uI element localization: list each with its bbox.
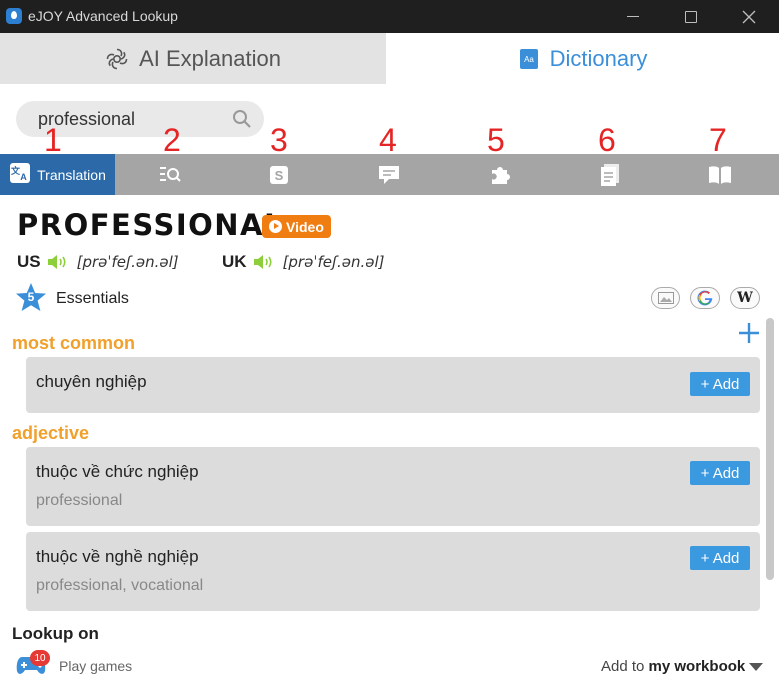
meaning-english: professional: [36, 492, 123, 509]
scrollbar[interactable]: [766, 318, 774, 580]
tab-dictionary-label: Dictionary: [549, 45, 648, 71]
maximize-button[interactable]: [662, 0, 720, 33]
video-label: Video: [286, 218, 324, 235]
meaning-text: chuyên nghiệp: [36, 372, 147, 391]
meaning-card: thuộc về chức nghiệp professional + Add: [26, 447, 760, 526]
play-icon: [269, 220, 282, 233]
us-ipa: [prəˈfeʃ.ən.əl]: [76, 253, 179, 271]
document-icon: [601, 163, 619, 186]
speaker-icon[interactable]: [253, 254, 275, 270]
translate-icon: 文A: [9, 162, 31, 187]
essentials-count: 5: [27, 290, 35, 304]
entry-word: PROFESSIONAL: [17, 208, 284, 242]
s-icon: S: [270, 165, 288, 184]
tool-comments[interactable]: [333, 154, 445, 195]
speaker-icon[interactable]: [47, 254, 69, 270]
puzzle-icon: [492, 166, 510, 184]
tab-ai-explanation[interactable]: AI Explanation: [0, 33, 386, 84]
add-to-label: Add to: [601, 658, 645, 675]
search-input[interactable]: [38, 108, 218, 130]
search-icon[interactable]: [232, 109, 252, 134]
google-search-button[interactable]: [690, 287, 720, 309]
tab-dictionary[interactable]: Aa Dictionary: [386, 33, 779, 84]
minimize-icon: [627, 16, 639, 17]
search-list-icon: [160, 166, 181, 182]
add-button[interactable]: + Add: [690, 461, 750, 485]
add-button[interactable]: + Add: [690, 546, 750, 570]
minimize-button[interactable]: [604, 0, 662, 33]
add-to-workbook-button[interactable]: Add to my workbook: [601, 658, 745, 675]
image-search-button[interactable]: [651, 287, 680, 309]
essentials-label: Essentials: [56, 290, 129, 307]
games-count-badge: 10: [30, 650, 50, 666]
wikipedia-button[interactable]: W: [730, 287, 760, 309]
meaning-text: thuộc về nghề nghiệp: [36, 547, 199, 566]
svg-text:A: A: [20, 172, 27, 182]
uk-ipa: [prəˈfeʃ.ən.əl]: [282, 253, 385, 271]
meaning-text: thuộc về chức nghiệp: [36, 462, 199, 481]
svg-text:Aa: Aa: [524, 55, 534, 64]
maximize-icon: [685, 10, 697, 23]
meaning-card: chuyên nghiệp + Add: [26, 357, 760, 413]
tool-translation-label: Translation: [37, 166, 106, 183]
window-title: eJOY Advanced Lookup: [28, 8, 178, 24]
pos-label: most common: [12, 333, 136, 353]
tool-synonyms[interactable]: S: [225, 154, 333, 195]
title-bar: eJOY Advanced Lookup: [0, 0, 779, 33]
tool-examples[interactable]: [115, 154, 225, 195]
close-button[interactable]: [720, 0, 778, 33]
play-games-link[interactable]: Play games: [59, 658, 132, 674]
add-meaning-button[interactable]: [738, 320, 760, 350]
top-tabs: AI Explanation Aa Dictionary: [0, 33, 779, 84]
lookup-on-heading: Lookup on: [12, 624, 99, 643]
meaning-english: professional, vocational: [36, 577, 204, 594]
chevron-down-icon[interactable]: [749, 663, 763, 671]
wikipedia-icon: W: [737, 290, 753, 306]
lookup-toolbar: 文A Translation S: [0, 154, 779, 195]
image-icon: [657, 292, 674, 304]
tool-extensions[interactable]: [445, 154, 555, 195]
plus-icon: [739, 323, 759, 343]
us-label: US: [17, 252, 41, 271]
workbook-name: my workbook: [648, 658, 746, 675]
tool-translation[interactable]: 文A Translation: [0, 154, 115, 195]
dictionary-icon: Aa: [518, 48, 540, 70]
close-icon: [742, 10, 756, 23]
meaning-card: thuộc về nghề nghiệp professional, vocat…: [26, 532, 760, 611]
add-button[interactable]: + Add: [690, 372, 750, 396]
uk-label: UK: [222, 252, 247, 271]
tool-documents[interactable]: [555, 154, 665, 195]
pronunciation-us: US [prəˈfeʃ.ən.əl]: [17, 252, 179, 272]
svg-text:S: S: [275, 168, 284, 183]
book-icon: [709, 165, 731, 184]
pos-label: adjective: [12, 423, 90, 443]
bottom-bar: 10 Play games Add to my workbook: [0, 644, 779, 680]
pronunciation-uk: UK [prəˈfeʃ.ən.əl]: [222, 252, 385, 272]
ejoy-logo-icon: [6, 8, 22, 24]
google-icon: [697, 290, 713, 306]
comment-icon: [379, 165, 399, 184]
video-button[interactable]: Video: [262, 215, 331, 238]
openai-icon: [105, 47, 129, 71]
tab-ai-label: AI Explanation: [139, 45, 281, 71]
tool-dictionary-book[interactable]: [665, 154, 775, 195]
